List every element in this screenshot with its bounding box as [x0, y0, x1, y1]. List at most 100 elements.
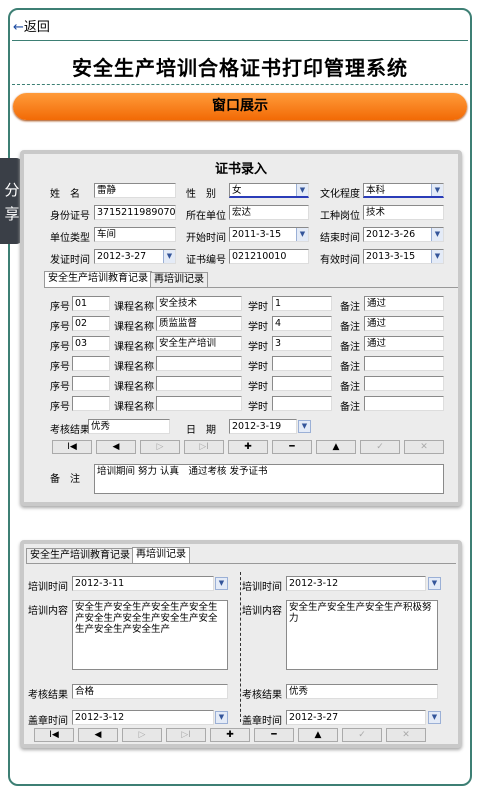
unit-field[interactable]: 宏达 — [229, 205, 309, 220]
row-note-label: 备注 — [340, 362, 360, 373]
edit-record-button[interactable]: ▲ — [298, 728, 338, 742]
row-hours-field[interactable] — [272, 376, 332, 391]
cancel-button[interactable]: ✕ — [404, 440, 444, 454]
chevron-down-icon[interactable]: ▼ — [428, 711, 441, 724]
row-note-field[interactable]: 通过 — [364, 316, 444, 331]
row-seq-field[interactable]: 02 — [72, 316, 110, 331]
right-stamp-picker[interactable]: 2012-3-27 — [286, 710, 426, 725]
row-hours-label: 学时 — [248, 382, 268, 393]
row-hours-label: 学时 — [248, 322, 268, 333]
chevron-down-icon[interactable]: ▼ — [431, 184, 443, 196]
tab-retraining-records[interactable]: 再培训记录 — [150, 272, 208, 287]
row-hours-field[interactable] — [272, 396, 332, 411]
right-content-label: 培训内容 — [242, 606, 282, 617]
exam-result-label: 考核结果 — [50, 425, 90, 436]
row-course-field[interactable] — [156, 396, 242, 411]
left-stamp-label: 盖章时间 — [28, 716, 68, 727]
chevron-down-icon[interactable]: ▼ — [215, 711, 228, 724]
row-course-label: 课程名称 — [114, 342, 154, 353]
left-content-field[interactable]: 安全生产安全生产安全生产安全生产安全生产安全生产安全生产安全生产安全生产安全生产 — [72, 600, 228, 670]
right-content-field[interactable]: 安全生产安全生产安全生产积极努力 — [286, 600, 438, 670]
unit-type-field[interactable]: 车间 — [94, 227, 176, 242]
row-seq-field[interactable] — [72, 396, 110, 411]
delete-record-button[interactable]: ━ — [254, 728, 294, 742]
row-course-field[interactable]: 安全生产培训 — [156, 336, 242, 351]
row-note-field[interactable] — [364, 376, 444, 391]
tab-retraining-records-2[interactable]: 再培训记录 — [132, 547, 190, 563]
end-time-label: 结束时间 — [320, 233, 360, 244]
row-course-label: 课程名称 — [114, 302, 154, 313]
chevron-down-icon[interactable]: ▼ — [215, 577, 228, 590]
issue-time-picker[interactable]: 2012-3-27 ▼ — [94, 249, 176, 264]
row-seq-field[interactable]: 03 — [72, 336, 110, 351]
id-field[interactable]: 371521198907039899 — [94, 205, 176, 220]
row-note-field[interactable]: 通过 — [364, 296, 444, 311]
next-record-button[interactable]: ▷ — [140, 440, 180, 454]
issue-time-label: 发证时间 — [50, 255, 90, 266]
row-note-field[interactable] — [364, 356, 444, 371]
chevron-down-icon[interactable]: ▼ — [163, 250, 175, 263]
back-arrow-icon: ← — [13, 20, 24, 35]
right-exam-field[interactable]: 优秀 — [286, 684, 438, 699]
row-course-field[interactable] — [156, 356, 242, 371]
back-link[interactable]: ←返回 — [13, 16, 50, 35]
row-seq-field[interactable] — [72, 376, 110, 391]
prev-record-button[interactable]: ◀ — [96, 440, 136, 454]
start-time-picker[interactable]: 2011-3-15 ▼ — [229, 227, 309, 242]
window-title: 证书录入 — [214, 162, 267, 177]
gender-value: 女 — [232, 185, 242, 196]
confirm-button[interactable]: ✓ — [360, 440, 400, 454]
header-divider — [12, 40, 468, 41]
row-note-field[interactable] — [364, 396, 444, 411]
chevron-down-icon[interactable]: ▼ — [431, 250, 443, 263]
first-record-button[interactable]: I◀ — [34, 728, 74, 742]
next-record-button[interactable]: ▷ — [122, 728, 162, 742]
row-note-label: 备注 — [340, 402, 360, 413]
cancel-button[interactable]: ✕ — [386, 728, 426, 742]
valid-time-picker[interactable]: 2013-3-15 ▼ — [363, 249, 444, 264]
confirm-button[interactable]: ✓ — [342, 728, 382, 742]
chevron-down-icon[interactable]: ▼ — [296, 228, 308, 241]
row-hours-field[interactable] — [272, 356, 332, 371]
row-hours-field[interactable]: 1 — [272, 296, 332, 311]
job-field[interactable]: 技术 — [363, 205, 444, 220]
chevron-down-icon[interactable]: ▼ — [428, 577, 441, 590]
add-record-button[interactable]: ✚ — [228, 440, 268, 454]
exam-result-field[interactable]: 优秀 — [88, 419, 170, 434]
row-course-label: 课程名称 — [114, 402, 154, 413]
chevron-down-icon[interactable]: ▼ — [296, 184, 308, 196]
valid-time-label: 有效时间 — [320, 255, 360, 266]
first-record-button[interactable]: I◀ — [52, 440, 92, 454]
row-note-field[interactable]: 通过 — [364, 336, 444, 351]
left-stamp-picker[interactable]: 2012-3-12 — [72, 710, 214, 725]
right-train-time-picker[interactable]: 2012-3-12 — [286, 576, 426, 591]
left-exam-field[interactable]: 合格 — [72, 684, 228, 699]
left-train-time-picker[interactable]: 2012-3-11 — [72, 576, 214, 591]
remark-field[interactable]: 培训期间 努力 认真 通过考核 发予证书 — [94, 464, 444, 494]
exam-date-picker[interactable]: 2012-3-19 — [229, 419, 297, 434]
cert-no-field[interactable]: 021210010 — [229, 249, 309, 264]
row-hours-field[interactable]: 4 — [272, 316, 332, 331]
row-seq-field[interactable]: 01 — [72, 296, 110, 311]
row-course-field[interactable] — [156, 376, 242, 391]
last-record-button[interactable]: ▷I — [184, 440, 224, 454]
prev-record-button[interactable]: ◀ — [78, 728, 118, 742]
row-note-label: 备注 — [340, 302, 360, 313]
gender-select[interactable]: 女 ▼ — [229, 183, 309, 198]
education-select[interactable]: 本科 ▼ — [363, 183, 444, 198]
tab-training-records[interactable]: 安全生产培训教育记录 — [44, 271, 152, 287]
edit-record-button[interactable]: ▲ — [316, 440, 356, 454]
row-seq-field[interactable] — [72, 356, 110, 371]
delete-record-button[interactable]: ━ — [272, 440, 312, 454]
chevron-down-icon[interactable]: ▼ — [431, 228, 443, 241]
row-course-field[interactable]: 安全技术 — [156, 296, 242, 311]
last-record-button[interactable]: ▷I — [166, 728, 206, 742]
chevron-down-icon[interactable]: ▼ — [298, 420, 311, 433]
left-train-time-label: 培训时间 — [28, 582, 68, 593]
row-hours-field[interactable]: 3 — [272, 336, 332, 351]
end-time-picker[interactable]: 2012-3-26 ▼ — [363, 227, 444, 242]
tab-training-records-2[interactable]: 安全生产培训教育记录 — [26, 548, 134, 563]
name-field[interactable]: 雷静 — [94, 183, 176, 198]
row-course-field[interactable]: 质监监督 — [156, 316, 242, 331]
add-record-button[interactable]: ✚ — [210, 728, 250, 742]
